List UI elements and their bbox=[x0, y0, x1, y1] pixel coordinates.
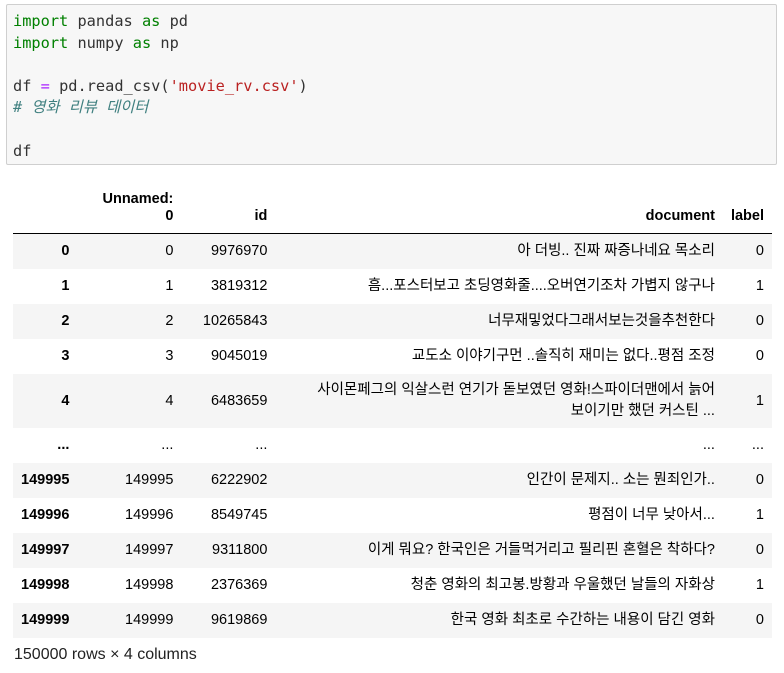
unnamed-cell: ... bbox=[161, 437, 174, 453]
label-cell: 1 bbox=[755, 278, 764, 294]
label-cell: 0 bbox=[755, 612, 764, 628]
dataframe-shape-text: 150000 rows × 4 columns bbox=[14, 646, 197, 663]
label-cell: 0 bbox=[755, 243, 764, 260]
document-cell: 한국 영화 최초로 수간하는 내용이 담긴 영화 bbox=[450, 611, 715, 628]
row-index: 3 bbox=[61, 348, 70, 364]
document-cell: 흠...포스터보고 초딩영화줄....오버연기조차 가볍지 않구나 bbox=[367, 277, 715, 294]
code-line: df = pd.read_csv('movie_rv.csv') bbox=[13, 76, 776, 98]
table-row: ............... bbox=[13, 428, 772, 463]
code-cell-input[interactable]: import pandas as pd import numpy as np df … bbox=[6, 4, 777, 165]
document-cell: 인간이 문제지.. 소는 뭔죄인가.. bbox=[526, 471, 715, 488]
document-cell: 평점이 너무 낮아서... bbox=[588, 506, 715, 523]
code-line: df bbox=[13, 141, 776, 163]
table-row: 149996 149996 8549745 평점이 너무 낮아서... 1 bbox=[13, 498, 772, 533]
unnamed-cell: 1 bbox=[165, 278, 174, 294]
table-row: 0 0 9976970 아 더빙.. 진짜 짜증나네요 목소리 0 bbox=[13, 233, 772, 269]
code-line: import numpy as np bbox=[13, 33, 776, 55]
row-index: 4 bbox=[61, 392, 70, 409]
code-token: import bbox=[13, 12, 69, 30]
label-cell: 0 bbox=[755, 472, 764, 488]
document-cell: 사이몬페그의 익살스런 연기가 돋보였던 영화!스파이더맨에서 늙어 보이기만 … bbox=[317, 381, 715, 419]
code-token: 'movie_rv.csv' bbox=[169, 76, 299, 95]
unnamed-cell: 149996 bbox=[125, 507, 174, 523]
id-cell: 9311800 bbox=[212, 542, 268, 558]
label-cell: 0 bbox=[755, 313, 764, 329]
id-cell: 9045019 bbox=[210, 348, 268, 364]
document-cell: 이게 뭐요? 한국인은 거들먹거리고 필리핀 혼혈은 착하다? bbox=[367, 541, 715, 558]
code-token: import bbox=[13, 33, 69, 52]
unnamed-cell: 149997 bbox=[125, 542, 174, 558]
code-token: df bbox=[13, 141, 32, 160]
code-token: ) bbox=[298, 76, 308, 95]
code-token: df bbox=[13, 76, 41, 95]
label-cell: 1 bbox=[755, 392, 764, 409]
document-cell: 너무재밓었다그래서보는것을추천한다 bbox=[488, 312, 715, 329]
row-index: 0 bbox=[61, 243, 70, 260]
unnamed-cell: 4 bbox=[165, 392, 174, 409]
code-line: import pandas as pd bbox=[13, 11, 776, 33]
code-token: numpy bbox=[68, 33, 133, 52]
unnamed-cell: 149995 bbox=[125, 472, 174, 488]
unnamed-column-header: Unnamed: 0 bbox=[77, 180, 182, 234]
label-cell: ... bbox=[751, 437, 764, 453]
code-token: pd bbox=[160, 12, 189, 30]
table-row: 1 1 3819312 흠...포스터보고 초딩영화줄....오버연기조차 가볍지 않… bbox=[13, 269, 772, 304]
table-row: 149995 149995 6222902 인간이 문제지.. 소는 뭔죄인가.. 0 bbox=[13, 462, 772, 498]
row-index: 1 bbox=[61, 278, 70, 294]
table-row: 149999 149999 9619869 한국 영화 최초로 수간하는 내용이 담긴… bbox=[13, 602, 772, 638]
id-cell: 9976970 bbox=[210, 243, 268, 260]
label-cell: 1 bbox=[755, 507, 764, 523]
index-header bbox=[13, 180, 78, 234]
id-cell: 6483659 bbox=[210, 392, 268, 409]
id-cell: 8549745 bbox=[210, 507, 268, 523]
id-column-header: id bbox=[181, 180, 276, 234]
row-index: ... bbox=[57, 437, 70, 453]
row-index: 149996 bbox=[21, 507, 70, 523]
code-token: pd.read_csv( bbox=[49, 76, 170, 95]
unnamed-cell: 2 bbox=[165, 313, 174, 329]
code-line: # 영화 리뷰 데이터 bbox=[13, 97, 776, 119]
label-column-header: label bbox=[722, 180, 772, 234]
document-cell: 교도소 이야기구먼 ..솔직히 재미는 없다..평점 조정 bbox=[411, 347, 715, 364]
id-cell: ... bbox=[255, 437, 268, 453]
id-cell: 3819312 bbox=[210, 278, 268, 294]
table-header-row: Unnamed: 0 id document label bbox=[13, 180, 772, 234]
table-row: 3 3 9045019 교도소 이야기구먼 ..솔직히 재미는 없다..평점 조정 0 bbox=[13, 339, 772, 374]
unnamed-cell: 0 bbox=[165, 243, 174, 260]
table-row: 2 2 10265843 너무재밓었다그래서보는것을추천한다 0 bbox=[13, 303, 772, 339]
row-index: 149998 bbox=[21, 577, 70, 593]
label-cell: 1 bbox=[755, 577, 764, 593]
document-cell: ... bbox=[702, 436, 715, 453]
table-row: 149998 149998 2376369 청춘 영화의 최고봉.방황과 우울했던 날… bbox=[13, 568, 772, 603]
document-cell: 아 더빙.. 진짜 짜증나네요 목소리 bbox=[517, 242, 715, 259]
code-token: np bbox=[151, 33, 179, 52]
table-row: 149997 149997 9311800 이게 뭐요? 한국인은 거들먹거리고 필리… bbox=[13, 532, 772, 568]
code-token: as bbox=[141, 12, 161, 30]
unnamed-cell: 149998 bbox=[125, 577, 174, 593]
dataframe-table: Unnamed: 0 id document label 0 0 9976970 아 더… bbox=[13, 180, 772, 638]
id-cell: 6222902 bbox=[210, 472, 268, 488]
table-row: 4 4 6483659 사이몬페그의 익살스런 연기가 돋보였던 영화!스파이더맨에서… bbox=[13, 373, 772, 428]
code-token: pandas bbox=[68, 12, 142, 30]
unnamed-cell: 3 bbox=[165, 348, 174, 364]
row-index: 149995 bbox=[21, 472, 70, 488]
label-cell: 0 bbox=[755, 542, 764, 558]
id-cell: 2376369 bbox=[210, 577, 268, 593]
code-token: # 영화 리뷰 데이터 bbox=[13, 98, 149, 117]
label-cell: 0 bbox=[755, 348, 764, 364]
id-cell: 10265843 bbox=[202, 313, 268, 329]
document-cell: 청춘 영화의 최고봉.방황과 우울했던 날들의 자화상 bbox=[410, 576, 715, 593]
code-token: = bbox=[40, 76, 50, 95]
row-index: 149999 bbox=[21, 612, 70, 628]
row-index: 149997 bbox=[21, 542, 70, 558]
unnamed-cell: 149999 bbox=[125, 612, 174, 628]
id-cell: 9619869 bbox=[210, 612, 268, 628]
row-index: 2 bbox=[61, 313, 70, 329]
document-column-header: document bbox=[275, 180, 723, 234]
code-token: as bbox=[132, 33, 152, 52]
